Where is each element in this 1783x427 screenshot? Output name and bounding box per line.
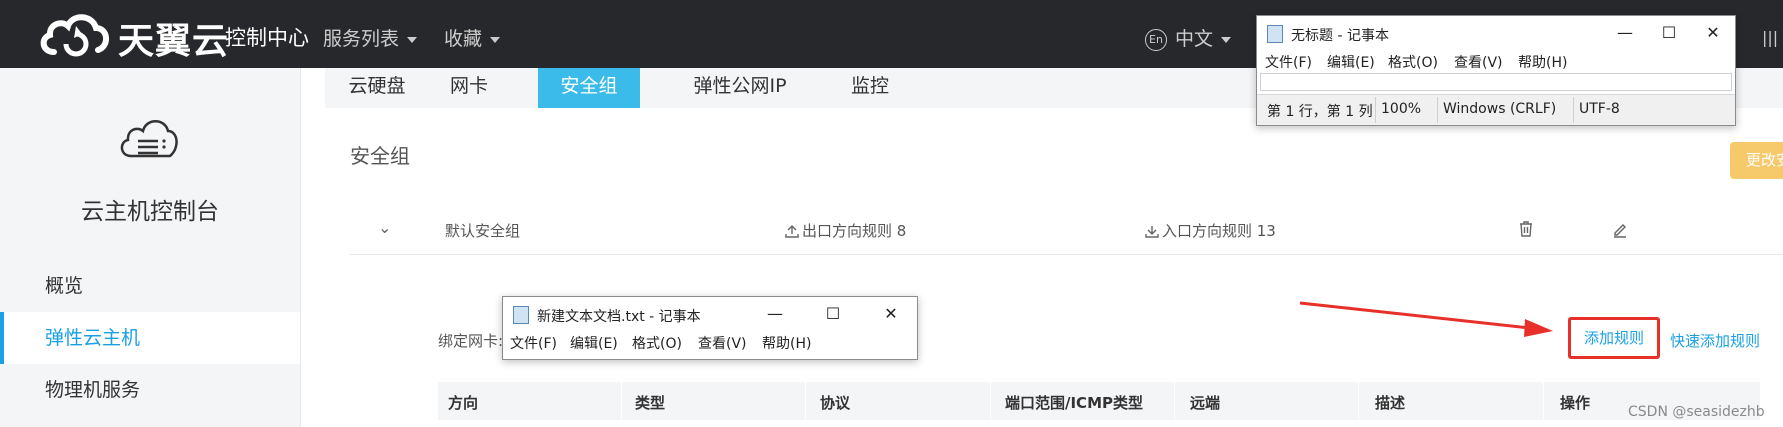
menu-help[interactable]: 帮助(H)	[762, 333, 811, 353]
maximize-button[interactable]: ☐	[811, 297, 855, 331]
menu-view[interactable]: 查看(V)	[698, 333, 747, 353]
menu-help[interactable]: 帮助(H)	[1518, 52, 1567, 72]
favorites-menu[interactable]: 收藏	[444, 24, 501, 51]
watermark: CSDN @seasidezhb	[1628, 404, 1765, 420]
sidebar-item-physical-machine[interactable]: 物理机服务	[0, 364, 300, 416]
menu-file[interactable]: 文件(F)	[1265, 52, 1312, 72]
status-line-ending: Windows (CRLF)	[1443, 101, 1557, 117]
notepad-status-bar: 第 1 行，第 1 列 100% Windows (CRLF) UTF-8	[1257, 94, 1735, 125]
expand-chevron-icon[interactable]: ⌄	[378, 218, 391, 237]
quick-add-rule-button[interactable]: 快速添加规则	[1670, 330, 1760, 351]
menu-format[interactable]: 格式(O)	[1388, 52, 1438, 72]
cloud-server-icon	[120, 120, 178, 158]
notepad-title: 新建文本文档.txt - 记事本	[537, 309, 701, 325]
ingress-rules[interactable]: 入口方向规则 13	[1145, 220, 1276, 241]
security-group-row: ⌄ 默认安全组 出口方向规则 8 入口方向规则 13	[350, 208, 1783, 255]
notepad-menubar: 文件(F) 编辑(E) 格式(O) 查看(V) 帮助(H)	[1257, 50, 1735, 72]
sidebar: 云主机控制台 概览 弹性云主机 物理机服务	[0, 68, 301, 427]
sidebar-item-overview[interactable]: 概览	[0, 260, 300, 312]
chevron-down-icon	[1221, 36, 1232, 43]
ingress-rules-label: 入口方向规则 13	[1162, 222, 1276, 240]
column-direction: 方向	[448, 394, 479, 412]
notepad-titlebar[interactable]: 无标题 - 记事本 — ☐ ✕	[1257, 16, 1735, 50]
favorites-label: 收藏	[444, 28, 483, 50]
user-menu-icon[interactable]: |||	[1762, 28, 1778, 47]
bind-nic-label: 绑定网卡:	[438, 332, 504, 350]
chevron-down-icon	[490, 36, 501, 43]
brand-name: 天翼云	[118, 21, 230, 62]
tab-monitor[interactable]: 监控	[815, 68, 925, 108]
notepad-title: 无标题 - 记事本	[1291, 28, 1389, 44]
upload-icon	[785, 225, 799, 238]
notepad-titlebar[interactable]: 新建文本文档.txt - 记事本 — ☐ ✕	[503, 297, 917, 331]
tab-cloud-disk[interactable]: 云硬盘	[325, 68, 429, 108]
notepad-window-untitled[interactable]: 无标题 - 记事本 — ☐ ✕ 文件(F) 编辑(E) 格式(O) 查看(V) …	[1256, 15, 1736, 126]
column-actions: 操作	[1560, 394, 1591, 412]
delete-icon[interactable]	[1518, 220, 1534, 242]
change-security-group-button[interactable]: 更改安	[1730, 142, 1783, 179]
tab-nic[interactable]: 网卡	[429, 68, 509, 108]
chevron-down-icon	[407, 36, 418, 43]
maximize-button[interactable]: ☐	[1647, 16, 1691, 50]
console-center-link[interactable]: 控制中心	[225, 22, 309, 52]
minimize-button[interactable]: —	[1603, 16, 1647, 50]
cloud-logo-icon	[40, 14, 109, 57]
column-type: 类型	[635, 394, 666, 412]
column-description: 描述	[1375, 394, 1406, 412]
language-label: 中文	[1175, 28, 1214, 50]
column-remote: 远端	[1190, 394, 1221, 412]
rules-table-header: 方向 类型 协议 端口范围/ICMP类型 远端 描述 操作	[438, 382, 1760, 420]
menu-file[interactable]: 文件(F)	[510, 333, 557, 353]
notepad-window-new-text-document[interactable]: 新建文本文档.txt - 记事本 — ☐ ✕ 文件(F) 编辑(E) 格式(O)…	[502, 296, 918, 360]
menu-edit[interactable]: 编辑(E)	[570, 333, 618, 353]
language-switcher[interactable]: En 中文	[1145, 24, 1232, 51]
tab-elastic-ip[interactable]: 弹性公网IP	[665, 68, 815, 108]
column-port-range: 端口范围/ICMP类型	[1005, 394, 1143, 412]
column-protocol: 协议	[820, 394, 851, 412]
egress-rules-label: 出口方向规则 8	[802, 222, 907, 240]
menu-edit[interactable]: 编辑(E)	[1327, 52, 1375, 72]
notepad-text-area[interactable]	[1260, 73, 1732, 91]
notepad-menubar: 文件(F) 编辑(E) 格式(O) 查看(V) 帮助(H)	[503, 331, 917, 353]
menu-format[interactable]: 格式(O)	[632, 333, 682, 353]
status-cursor-position: 第 1 行，第 1 列	[1267, 104, 1373, 120]
add-rule-button[interactable]: 添加规则	[1568, 317, 1660, 359]
sidebar-title: 云主机控制台	[81, 199, 219, 225]
status-encoding: UTF-8	[1579, 101, 1620, 117]
download-icon	[1145, 226, 1159, 238]
close-button[interactable]: ✕	[869, 297, 913, 331]
notepad-icon	[513, 306, 529, 324]
language-icon: En	[1145, 28, 1167, 51]
egress-rules[interactable]: 出口方向规则 8	[785, 220, 906, 241]
menu-view[interactable]: 查看(V)	[1454, 52, 1503, 72]
security-group-name: 默认安全组	[445, 222, 521, 240]
edit-icon[interactable]	[1612, 220, 1628, 242]
tab-security-group[interactable]: 安全组	[538, 68, 640, 108]
status-zoom: 100%	[1381, 101, 1422, 117]
sidebar-item-elastic-cloud-host[interactable]: 弹性云主机	[0, 312, 300, 364]
notepad-icon	[1267, 25, 1283, 43]
service-list-label: 服务列表	[323, 28, 400, 50]
section-title: 安全组	[350, 144, 410, 168]
close-button[interactable]: ✕	[1691, 16, 1735, 50]
service-list-menu[interactable]: 服务列表	[323, 24, 418, 51]
minimize-button[interactable]: —	[753, 297, 797, 331]
